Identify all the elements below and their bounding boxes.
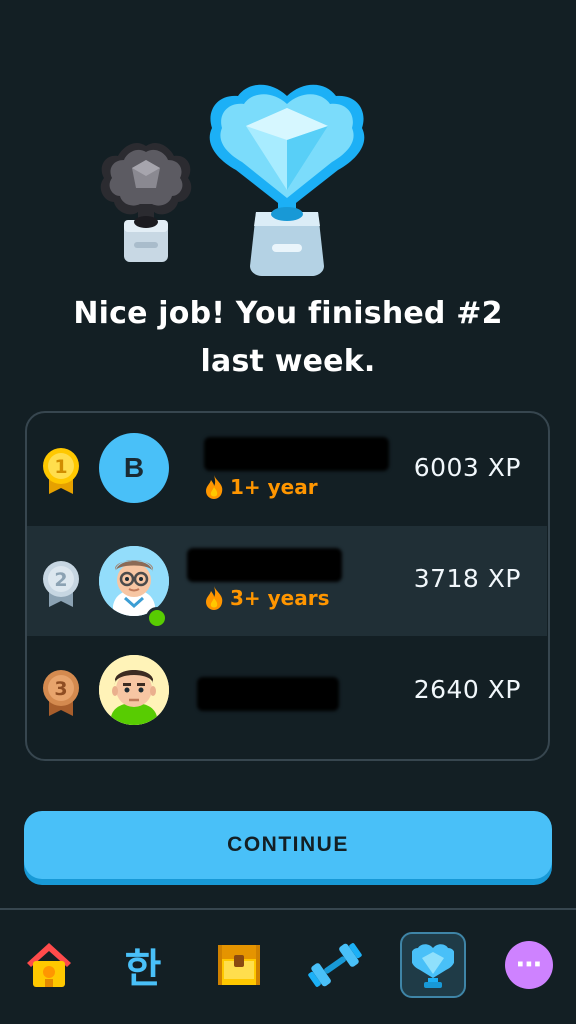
nav-quests[interactable] [208, 934, 270, 996]
redacted-username [187, 548, 342, 582]
streak-text: 1+ year [230, 475, 318, 499]
bottom-nav: 한 ⋯ [0, 908, 576, 1024]
home-icon [27, 943, 71, 987]
result-headline: Nice job! You finished #2 last week. [73, 296, 503, 379]
xp-value: 3718 XP [413, 564, 521, 593]
xp-value: 6003 XP [413, 453, 521, 482]
nav-practice[interactable] [304, 934, 366, 996]
xp-value: 2640 XP [413, 675, 521, 704]
nav-more[interactable]: ⋯ [498, 934, 560, 996]
more-icon: ⋯ [505, 941, 553, 989]
duo-character-avatar-icon [99, 655, 169, 725]
korean-letter-icon: 한 [124, 946, 162, 992]
streak-label: 3+ years [204, 586, 330, 610]
trophies [0, 76, 576, 276]
dumbbell-icon [308, 943, 362, 987]
flame-icon [206, 586, 223, 610]
avatar [99, 655, 169, 725]
leaderboard-row[interactable]: 1 B 1+ year 6003 XP [27, 413, 547, 523]
leaderboard-row[interactable]: 2 3+ years 3718 XP [27, 526, 547, 636]
avatar: B [99, 433, 169, 503]
rank-number: 2 [54, 569, 67, 591]
gold-medal-icon: 1 [43, 448, 79, 494]
streak-text: 3+ years [230, 586, 330, 610]
silver-medal-icon: 2 [43, 561, 79, 607]
continue-button[interactable]: CONTINUE [24, 811, 552, 879]
redacted-username [204, 437, 389, 471]
diamond-trophy-icon [209, 84, 365, 276]
treasure-chest-icon [218, 945, 260, 985]
obsidian-trophy-icon [100, 143, 192, 262]
leaderboard-trophy-icon [412, 944, 454, 988]
nav-leaderboards[interactable] [400, 932, 466, 998]
glasses-avatar-icon [99, 546, 169, 616]
leaderboard: 1 B 1+ year 6003 XP 2 3+ years 3718 XP 3… [25, 411, 550, 761]
rank-number: 3 [54, 678, 67, 700]
bronze-medal-icon: 3 [43, 670, 79, 716]
online-status-dot [146, 607, 168, 629]
nav-letters[interactable]: 한 [112, 934, 174, 996]
redacted-username [197, 677, 339, 711]
leaderboard-row[interactable]: 3 2640 XP [27, 635, 547, 745]
flame-icon [206, 475, 223, 499]
streak-label: 1+ year [204, 475, 318, 499]
league-results-screen: Nice job! You finished #2 last week. 1 B… [0, 0, 576, 1024]
avatar [99, 546, 169, 616]
rank-number: 1 [54, 456, 67, 478]
nav-home[interactable] [18, 934, 80, 996]
